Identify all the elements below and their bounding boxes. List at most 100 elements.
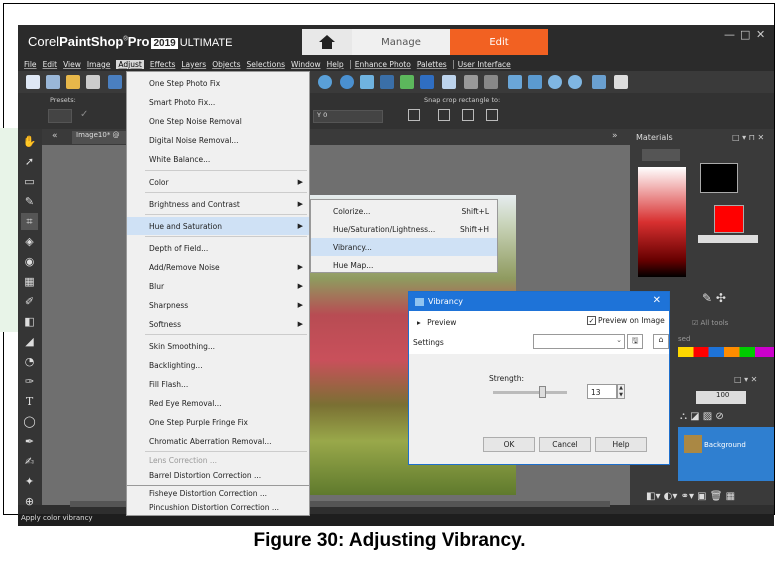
pick-tool-icon[interactable]: ➚: [21, 153, 38, 170]
resize-icon[interactable]: [442, 75, 456, 89]
submenu-item-vibrancy[interactable]: Vibrancy...: [311, 238, 497, 256]
actual-size-icon[interactable]: [528, 75, 542, 89]
menu-item-color[interactable]: Color ▶: [127, 173, 309, 191]
new-image-icon[interactable]: [46, 75, 60, 89]
submenu-item-hue-map[interactable]: Hue Map...: [311, 256, 497, 274]
background-color[interactable]: [714, 205, 744, 233]
makeover-tool-icon[interactable]: ▦: [21, 273, 38, 290]
snap-canvas-icon[interactable]: [486, 109, 498, 121]
maximize-icon[interactable]: □: [740, 28, 750, 41]
menu-item-digital-noise-removal[interactable]: Digital Noise Removal...: [127, 131, 309, 149]
menu-item-add-remove-noise[interactable]: Add/Remove Noise ▶: [127, 258, 309, 276]
menu-effects[interactable]: Effects: [150, 60, 176, 69]
menu-item-blur[interactable]: Blur ▶: [127, 277, 309, 295]
save-preset-icon[interactable]: 🖫: [627, 334, 643, 349]
menu-objects[interactable]: Objects: [212, 60, 240, 69]
ok-button[interactable]: OK: [483, 437, 535, 452]
menu-item-pincushion-distortion[interactable]: Pincushion Distortion Correction ...: [127, 500, 309, 514]
submenu-item-hsl[interactable]: Hue/Saturation/Lightness... Shift+H: [311, 220, 497, 238]
layer-opacity[interactable]: 100: [696, 391, 746, 404]
tab-manage[interactable]: Manage: [352, 29, 450, 55]
menu-layers[interactable]: Layers: [181, 60, 206, 69]
apply-check-icon[interactable]: ✓: [80, 109, 88, 120]
menu-help[interactable]: Help: [327, 60, 344, 69]
strength-slider-thumb[interactable]: [539, 386, 546, 398]
all-tools-checkbox[interactable]: ☑ All tools: [692, 319, 728, 327]
redo-icon[interactable]: [318, 75, 332, 89]
menu-item-one-step-photo-fix[interactable]: One Step Photo Fix: [127, 74, 309, 92]
pen-tool-icon[interactable]: ✒: [21, 433, 38, 450]
browse-icon[interactable]: [360, 75, 374, 89]
menu-item-white-balance[interactable]: White Balance...: [127, 150, 309, 168]
zoom-out-icon[interactable]: [568, 75, 582, 89]
menu-selections[interactable]: Selections: [247, 60, 285, 69]
preview-toggle[interactable]: ▸ Preview: [417, 318, 456, 327]
crop-tool-icon[interactable]: ⌗: [21, 213, 38, 230]
more-tools-icon[interactable]: ⊕: [21, 493, 38, 510]
strength-spin-icon[interactable]: ▲ ▼: [617, 384, 625, 399]
menu-item-fisheye-distortion[interactable]: Fisheye Distortion Correction ...: [127, 486, 309, 500]
zoom-in-icon[interactable]: [548, 75, 562, 89]
clone-tool-icon[interactable]: ✐: [21, 293, 38, 310]
menu-item-fill-flash[interactable]: Fill Flash...: [127, 375, 309, 393]
layers-icon[interactable]: [420, 75, 434, 89]
close-icon[interactable]: ✕: [756, 28, 765, 41]
home-tab[interactable]: [302, 29, 352, 55]
reset-icon[interactable]: ⌂: [653, 334, 669, 349]
settings-dropdown[interactable]: ⌄: [533, 334, 625, 349]
menu-item-purple-fringe-fix[interactable]: One Step Purple Fringe Fix: [127, 413, 309, 431]
eraser-tool-icon[interactable]: ◢: [21, 333, 38, 350]
menu-item-barrel-distortion[interactable]: Barrel Distortion Correction ...: [127, 468, 309, 483]
new-file-icon[interactable]: [26, 75, 40, 89]
menu-item-sharpness[interactable]: Sharpness ▶: [127, 296, 309, 314]
eyedropper-icon[interactable]: ✎ ✣: [702, 291, 726, 305]
color-spectrum[interactable]: [638, 167, 686, 277]
minimize-icon[interactable]: —: [724, 28, 735, 41]
info-icon[interactable]: [340, 75, 354, 89]
presets-dropdown[interactable]: [48, 109, 72, 123]
menu-item-smart-photo-fix[interactable]: Smart Photo Fix...: [127, 93, 309, 111]
menu-item-brightness-contrast[interactable]: Brightness and Contrast ▶: [127, 195, 309, 213]
texture-swatches[interactable]: [698, 235, 758, 243]
selection-tool-icon[interactable]: ▭: [21, 173, 38, 190]
menu-item-chromatic-aberration[interactable]: Chromatic Aberration Removal...: [127, 432, 309, 450]
fit-icon[interactable]: [508, 75, 522, 89]
cancel-button[interactable]: Cancel: [539, 437, 591, 452]
swatch-mode-tabs[interactable]: [642, 149, 680, 161]
tab-edit[interactable]: Edit: [450, 29, 548, 55]
menu-item-hue-saturation[interactable]: Hue and Saturation ▶: [127, 217, 309, 235]
save-icon[interactable]: [108, 75, 122, 89]
menu-item-red-eye-removal[interactable]: Red Eye Removal...: [127, 394, 309, 412]
color-replacer-icon[interactable]: ✑: [21, 373, 38, 390]
menu-enhance-photo[interactable]: Enhance Photo: [349, 59, 411, 69]
shape-tool-icon[interactable]: ◯: [21, 413, 38, 430]
strength-slider[interactable]: [493, 391, 567, 394]
print-icon[interactable]: [86, 75, 100, 89]
menu-item-backlighting[interactable]: Backlighting...: [127, 356, 309, 374]
menu-view[interactable]: View: [63, 60, 81, 69]
pan-tool-icon[interactable]: ✋: [21, 133, 38, 150]
snap-current-image-icon[interactable]: [408, 109, 420, 121]
red-eye-tool-icon[interactable]: ◉: [21, 253, 38, 270]
submenu-item-colorize[interactable]: Colorize... Shift+L: [311, 202, 497, 220]
layer-background[interactable]: Background: [678, 427, 774, 481]
recent-colors[interactable]: [678, 347, 774, 357]
menu-window[interactable]: Window: [291, 60, 321, 69]
menu-adjust[interactable]: Adjust: [116, 59, 144, 69]
snap-layer-icon[interactable]: [438, 109, 450, 121]
menu-file[interactable]: File: [24, 60, 37, 69]
scratch-remover-icon[interactable]: ◧: [21, 313, 38, 330]
open-folder-icon[interactable]: [66, 75, 80, 89]
warp-brush-icon[interactable]: ✦: [21, 473, 38, 490]
enhance-icon[interactable]: [400, 75, 414, 89]
preview-on-image-checkbox[interactable]: ✓ Preview on Image: [587, 316, 665, 325]
y-field[interactable]: Y 0: [313, 110, 383, 123]
menu-user-interface[interactable]: User Interface: [452, 59, 511, 69]
snap-selection-icon[interactable]: [462, 109, 474, 121]
layer-tools-icons[interactable]: ⛬ ◪ ▨ ⊘: [680, 411, 724, 422]
strength-value-field[interactable]: 13: [587, 384, 617, 399]
menu-item-softness[interactable]: Softness ▶: [127, 315, 309, 333]
foreground-color[interactable]: [700, 163, 738, 193]
straighten-tool-icon[interactable]: ◈: [21, 233, 38, 250]
menu-edit[interactable]: Edit: [43, 60, 58, 69]
